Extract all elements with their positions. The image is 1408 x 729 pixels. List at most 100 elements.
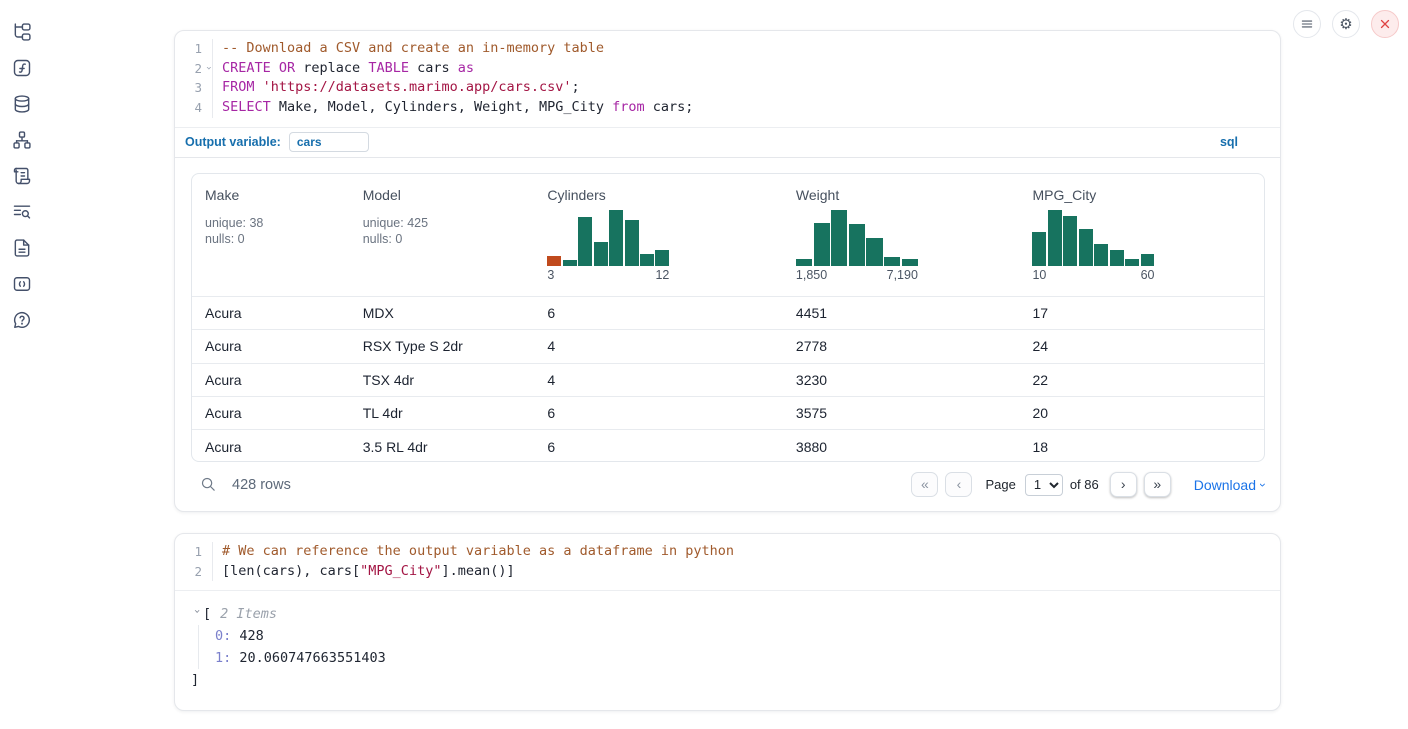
histogram-bar[interactable] (831, 210, 847, 266)
cell-model: TL 4dr (350, 405, 535, 421)
table-row[interactable]: AcuraRSX Type S 2dr4277824 (192, 329, 1264, 362)
cell-model: TSX 4dr (350, 372, 535, 388)
histogram-bar[interactable] (902, 259, 918, 266)
collapse-toggle-icon[interactable]: › (186, 608, 208, 620)
line-number: 2› (175, 59, 202, 79)
prev-page-button[interactable]: ‹ (945, 472, 972, 497)
column-header-cylinders[interactable]: Cylinders 3 12 (534, 174, 783, 296)
logs-search-icon[interactable] (10, 200, 34, 224)
items-count-label: 2 Items (220, 603, 277, 625)
histogram-bar[interactable] (578, 217, 592, 266)
cell-cylinders: 6 (534, 405, 783, 421)
sql-output-area: Make unique: 38 nulls: 0 Model unique: 4… (175, 157, 1280, 508)
histogram-bar[interactable] (1048, 210, 1062, 266)
histogram-bar[interactable] (884, 257, 900, 266)
database-icon[interactable] (10, 92, 34, 116)
hist-min-label: 1,850 (796, 268, 827, 282)
table-row[interactable]: AcuraTSX 4dr4323022 (192, 363, 1264, 396)
python-code-editor[interactable]: 1# We can reference the output variable … (175, 534, 1280, 590)
histogram-bar[interactable] (563, 260, 577, 266)
histogram-bar[interactable] (1110, 250, 1124, 266)
histogram-bar[interactable] (796, 259, 812, 266)
of-pages-label: of 86 (1070, 477, 1099, 492)
histogram-bar[interactable] (594, 242, 608, 266)
column-header-make[interactable]: Make unique: 38 nulls: 0 (192, 174, 350, 296)
cell-mpg_city: 20 (1019, 405, 1264, 421)
table-row[interactable]: AcuraTL 4dr6357520 (192, 396, 1264, 429)
function-icon[interactable] (10, 56, 34, 80)
table-header: Make unique: 38 nulls: 0 Model unique: 4… (192, 174, 1264, 296)
histogram-bar[interactable] (1063, 216, 1077, 266)
cell-make: Acura (192, 372, 350, 388)
page-select[interactable]: 1 (1025, 474, 1063, 496)
histogram-bar[interactable] (866, 238, 882, 265)
histogram-bar[interactable] (1141, 254, 1155, 266)
cell-mpg_city: 22 (1019, 372, 1264, 388)
column-header-model[interactable]: Model unique: 425 nulls: 0 (350, 174, 535, 296)
scratchpad-icon[interactable] (10, 164, 34, 188)
column-header-mpg-city[interactable]: MPG_City 10 60 (1019, 174, 1264, 296)
table-row[interactable]: Acura3.5 RL 4dr6388018 (192, 429, 1264, 461)
cell-mpg_city: 24 (1019, 338, 1264, 354)
dependency-graph-icon[interactable] (10, 128, 34, 152)
python-output-tree: › [ 2 Items 0: 428 1: 20.060747663551403… (175, 591, 1280, 691)
mpg-city-histogram: 10 60 (1032, 210, 1154, 282)
code-line[interactable]: 1-- Download a CSV and create an in-memo… (175, 39, 1280, 59)
first-page-button[interactable]: « (911, 472, 938, 497)
histogram-bar[interactable] (547, 256, 561, 266)
histogram-bar[interactable] (1079, 229, 1093, 266)
output-variable-input[interactable] (289, 132, 369, 152)
histogram-bar[interactable] (655, 250, 669, 266)
fold-chevron-icon[interactable]: › (203, 65, 213, 71)
sql-code-editor[interactable]: 1-- Download a CSV and create an in-memo… (175, 31, 1280, 127)
histogram-bar[interactable] (625, 220, 639, 266)
code-line[interactable]: 2›CREATE OR replace TABLE cars as (175, 59, 1280, 79)
settings-gear-icon[interactable]: ⚙ (1332, 10, 1360, 38)
unique-stat: unique: 38 (205, 215, 350, 232)
code-line[interactable]: 1# We can reference the output variable … (175, 542, 1280, 562)
help-icon[interactable] (10, 308, 34, 332)
row-count-label: 428 rows (232, 477, 291, 493)
histogram-bar[interactable] (1094, 244, 1108, 266)
download-button[interactable]: Download › (1194, 477, 1265, 493)
line-number: 4 (175, 98, 202, 118)
cell-model: MDX (350, 305, 535, 321)
menu-icon[interactable] (1293, 10, 1321, 38)
histogram-bar[interactable] (849, 224, 865, 265)
cell-make: Acura (192, 405, 350, 421)
histogram-bar[interactable] (814, 223, 830, 266)
output-variable-label: Output variable: (185, 135, 281, 149)
next-page-button[interactable]: › (1110, 472, 1137, 497)
search-icon[interactable] (200, 476, 217, 493)
file-tree-icon[interactable] (10, 20, 34, 44)
code-line[interactable]: 4SELECT Make, Model, Cylinders, Weight, … (175, 98, 1280, 118)
table-row[interactable]: AcuraMDX6445117 (192, 296, 1264, 329)
sql-cell: 1-- Download a CSV and create an in-memo… (174, 30, 1281, 512)
nulls-stat: nulls: 0 (363, 231, 535, 248)
close-icon[interactable] (1371, 10, 1399, 38)
snippets-icon[interactable] (10, 272, 34, 296)
cell-cylinders: 6 (534, 439, 783, 455)
line-number: 1 (175, 39, 202, 59)
cell-weight: 2778 (783, 338, 1020, 354)
histogram-bar[interactable] (1125, 259, 1139, 266)
documentation-icon[interactable] (10, 236, 34, 260)
line-number: 2 (175, 562, 202, 582)
histogram-bar[interactable] (609, 210, 623, 266)
cell-model: RSX Type S 2dr (350, 338, 535, 354)
code-line[interactable]: 3FROM 'https://datasets.marimo.app/cars.… (175, 78, 1280, 98)
histogram-bar[interactable] (1032, 232, 1046, 266)
table-footer: 428 rows « ‹ Page 1 of 86 › » Download › (191, 462, 1265, 508)
hist-min-label: 3 (547, 268, 554, 282)
last-page-button[interactable]: » (1144, 472, 1171, 497)
line-number: 3 (175, 78, 202, 98)
cylinders-histogram: 3 12 (547, 210, 669, 282)
histogram-bar[interactable] (640, 254, 654, 266)
code-line[interactable]: 2[len(cars), cars["MPG_City"].mean()] (175, 562, 1280, 582)
page-label: Page (985, 477, 1015, 492)
topbar-actions: ⚙ (1293, 10, 1399, 38)
cell-weight: 4451 (783, 305, 1020, 321)
column-header-weight[interactable]: Weight 1,850 7,190 (783, 174, 1020, 296)
weight-histogram: 1,850 7,190 (796, 210, 918, 282)
cell-make: Acura (192, 439, 350, 455)
